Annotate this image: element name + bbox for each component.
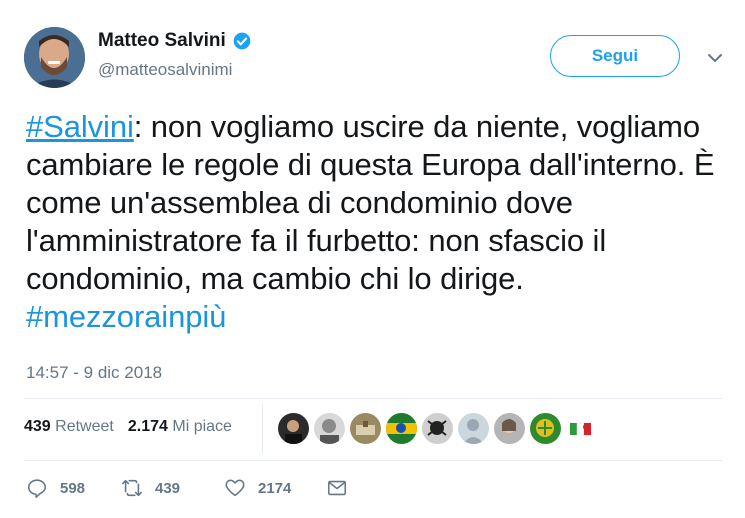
divider [262, 404, 263, 454]
avatar[interactable] [24, 27, 85, 88]
likes-stat[interactable]: 2.174 Mi piace [128, 418, 232, 436]
follow-button[interactable]: Segui [550, 35, 680, 77]
liker-avatar[interactable] [350, 413, 381, 444]
reply-button[interactable]: 598 [26, 477, 121, 499]
liker-avatar[interactable] [566, 413, 597, 444]
liker-avatar[interactable] [386, 413, 417, 444]
message-icon [327, 480, 347, 496]
liker-avatar[interactable] [314, 413, 345, 444]
like-count: 2174 [258, 479, 292, 497]
hashtag-link[interactable]: #Salvini [26, 109, 134, 144]
engagement-stats: 439 Retweet 2.174 Mi piace [24, 418, 232, 436]
like-button[interactable]: 2174 [224, 477, 326, 499]
message-button[interactable] [326, 477, 348, 499]
retweet-count: 439 [24, 418, 51, 435]
tweet-text: #Salvini: non vogliamo uscire da niente,… [26, 108, 731, 336]
liker-avatar[interactable] [422, 413, 453, 444]
divider [24, 398, 722, 399]
user-name[interactable]: Matteo Salvini [98, 30, 252, 52]
chevron-down-icon[interactable] [706, 52, 724, 64]
heart-icon [225, 479, 245, 497]
likes-label: Mi piace [172, 418, 232, 435]
tweet-card: Matteo Salvini @matteosalvinimi Segui #S… [0, 0, 745, 518]
divider [24, 460, 722, 461]
timestamp[interactable]: 14:57 - 9 dic 2018 [26, 363, 162, 383]
user-handle[interactable]: @matteosalvinimi [98, 60, 232, 80]
retweet-icon [122, 479, 142, 497]
tweet-actions: 598 439 2174 [26, 477, 348, 499]
user-name-text[interactable]: Matteo Salvini [98, 30, 226, 52]
retweet-label: Retweet [55, 418, 114, 435]
liker-avatar[interactable] [278, 413, 309, 444]
retweet-button[interactable]: 439 [121, 477, 224, 499]
liker-avatar[interactable] [458, 413, 489, 444]
retweet-action-count: 439 [155, 479, 181, 497]
retweet-stat[interactable]: 439 Retweet [24, 418, 114, 436]
reply-icon [27, 479, 47, 498]
liker-avatars [278, 413, 597, 444]
liker-avatar[interactable] [530, 413, 561, 444]
reply-count: 598 [60, 479, 86, 497]
verified-icon [233, 32, 251, 50]
likes-count: 2.174 [127, 418, 168, 435]
hashtag-link[interactable]: #mezzorainpiù [26, 299, 226, 334]
liker-avatar[interactable] [494, 413, 525, 444]
